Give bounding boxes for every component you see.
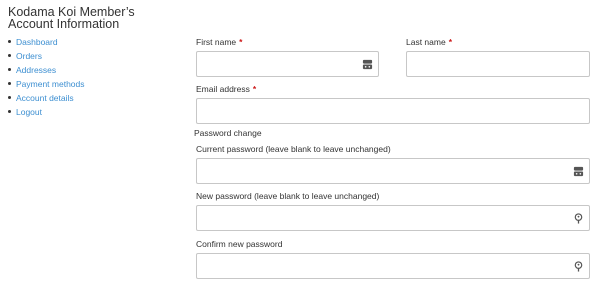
bullet-icon	[8, 82, 11, 85]
password-manager-icon[interactable]	[362, 59, 373, 70]
password-change-heading: Password change	[194, 128, 262, 138]
nav-link-logout[interactable]: Logout	[16, 107, 42, 117]
password-key-icon[interactable]	[573, 213, 584, 224]
nav-item-addresses: Addresses	[8, 63, 188, 77]
first-name-input[interactable]	[196, 51, 379, 77]
account-title: Kodama Koi Member’s Account Information	[8, 5, 135, 31]
required-marker: *	[252, 84, 257, 94]
new-password-input[interactable]	[196, 205, 590, 231]
nav-link-orders[interactable]: Orders	[16, 51, 42, 61]
current-password-input[interactable]	[196, 158, 590, 184]
bullet-icon	[8, 68, 11, 71]
new-password-field: New password (leave blank to leave uncha…	[196, 191, 590, 231]
account-navigation: Dashboard Orders Addresses Payment metho…	[8, 35, 188, 119]
first-name-label: First name *	[196, 37, 379, 47]
current-password-label: Current password (leave blank to leave u…	[196, 144, 391, 154]
last-name-field: Last name *	[406, 37, 590, 77]
email-field: Email address *	[196, 84, 590, 124]
last-name-label: Last name *	[406, 37, 590, 47]
confirm-password-field: Confirm new password	[196, 239, 590, 279]
nav-link-account-details[interactable]: Account details	[16, 93, 74, 103]
confirm-password-label: Confirm new password	[196, 239, 283, 249]
password-manager-icon[interactable]	[573, 166, 584, 177]
current-password-field: Current password (leave blank to leave u…	[196, 144, 590, 184]
new-password-label: New password (leave blank to leave uncha…	[196, 191, 380, 201]
first-name-field: First name *	[196, 37, 379, 77]
email-label: Email address *	[196, 84, 590, 94]
nav-link-addresses[interactable]: Addresses	[16, 65, 56, 75]
nav-item-orders: Orders	[8, 49, 188, 63]
nav-item-payment-methods: Payment methods	[8, 77, 188, 91]
bullet-icon	[8, 54, 11, 57]
account-sidebar: Kodama Koi Member’s Account Information …	[8, 6, 188, 119]
required-marker: *	[239, 37, 243, 47]
first-name-label-text: First name	[196, 37, 237, 47]
bullet-icon	[8, 40, 11, 43]
last-name-input[interactable]	[406, 51, 590, 77]
confirm-password-input[interactable]	[196, 253, 590, 279]
required-marker: *	[448, 37, 453, 47]
nav-link-payment-methods[interactable]: Payment methods	[16, 79, 85, 89]
account-details-form: First name* Last name* Email address*	[194, 0, 590, 281]
email-input[interactable]	[196, 98, 590, 124]
nav-item-account-details: Account details	[8, 91, 188, 105]
password-key-icon[interactable]	[573, 261, 584, 272]
bullet-icon	[8, 96, 11, 99]
email-label-text: Email address	[196, 84, 250, 94]
nav-item-logout: Logout	[8, 105, 188, 119]
bullet-icon	[8, 110, 11, 113]
nav-item-dashboard: Dashboard	[8, 35, 188, 49]
account-details-page: Kodama Koi Member’s Account Information …	[0, 0, 600, 281]
last-name-label-text: Last name	[406, 37, 446, 47]
nav-link-dashboard[interactable]: Dashboard	[16, 37, 58, 47]
